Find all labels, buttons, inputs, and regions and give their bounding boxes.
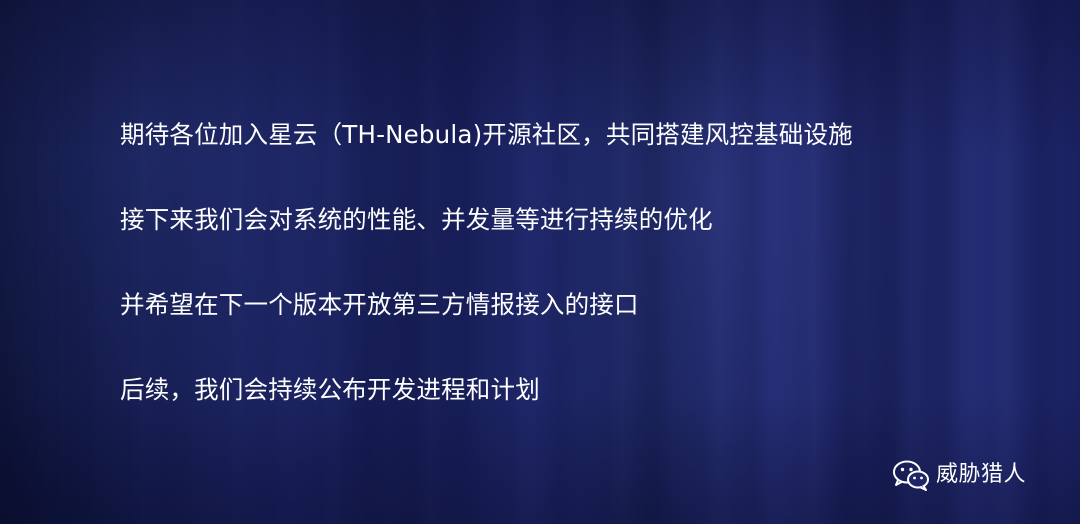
slide-line-3: 并希望在下一个版本开放第三方情报接入的接口 [120, 290, 639, 319]
slide-line-2: 接下来我们会对系统的性能、并发量等进行持续的优化 [120, 205, 713, 234]
wechat-icon [893, 460, 929, 491]
brand-label: 威胁猎人 [936, 462, 1027, 487]
background-vignette [0, 0, 1080, 524]
brand-watermark: 威胁猎人 [892, 458, 1026, 492]
slide-line-4: 后续，我们会持续公布开发进程和计划 [120, 375, 540, 404]
slide-line-1: 期待各位加入星云（TH-Nebula)开源社区，共同搭建风控基础设施 [120, 120, 853, 149]
